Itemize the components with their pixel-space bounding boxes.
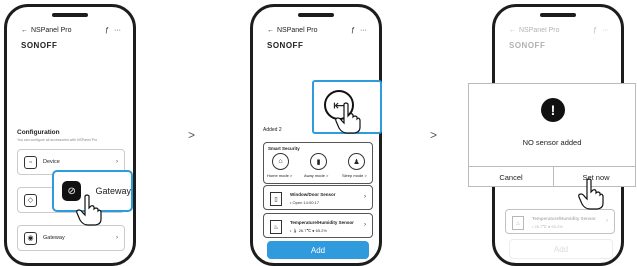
top-bar: ← NSPanel Pro ƒ ··· [509, 23, 609, 37]
no-sensor-dialog: ! NO sensor added Cancel Set now [468, 83, 636, 187]
device-icon: ▫ [24, 155, 37, 169]
top-bar: ← NSPanel Pro ƒ ··· [21, 23, 121, 37]
chevron-right-icon: › [364, 222, 366, 228]
brand-logo: SONOFF [21, 41, 58, 50]
section-description: You can configure all accessories with N… [17, 138, 98, 142]
step-arrow: > [430, 128, 438, 142]
phone-screen-1: ← NSPanel Pro ƒ ··· SONOFF Configuration… [4, 4, 136, 266]
chevron-right-icon: › [364, 194, 366, 200]
gateway-icon: ◉ [24, 231, 37, 245]
security-panel: Smart Security ⌂ ▮ ♟ Home mode > Away mo… [263, 142, 373, 184]
row-label: Gateway [43, 235, 65, 241]
home-mode-label[interactable]: Home mode > [267, 173, 292, 178]
section-title: Configuration [17, 129, 60, 136]
pin-icon[interactable]: ƒ [593, 27, 597, 34]
pin-icon[interactable]: ƒ [351, 27, 355, 34]
brand-logo: SONOFF [267, 41, 304, 50]
phone-notch [540, 13, 576, 17]
chevron-right-icon: › [116, 235, 118, 241]
add-button[interactable]: Add [509, 239, 613, 259]
hand-pointer-icon [335, 102, 361, 134]
dialog-message: NO sensor added [522, 138, 582, 147]
person-icon[interactable]: ♟ [348, 153, 365, 170]
pin-icon[interactable]: ƒ [105, 27, 109, 34]
back-arrow-icon[interactable]: ← [509, 27, 516, 34]
device-row-temp-sensor[interactable]: ♨ Temperature/Humidity Sensor • 26.7℃ ● … [505, 209, 615, 234]
side-button [133, 67, 136, 91]
device-name: Temperature/Humidity Sensor [290, 220, 354, 225]
thermometer-icon: ♨ [512, 216, 524, 230]
row-gateway[interactable]: ◉ Gateway › [17, 225, 125, 251]
add-button[interactable]: Add [267, 241, 369, 259]
phone-notch [298, 13, 334, 17]
brand-logo: SONOFF [509, 41, 546, 50]
more-icon[interactable]: ··· [360, 27, 367, 34]
device-status: • 🌡 26.7℃ ● 65.2% [290, 228, 327, 233]
hand-pointer-icon [76, 194, 102, 226]
layers-icon: ◇ [24, 193, 37, 207]
door-icon[interactable]: ▮ [310, 153, 327, 170]
sleep-mode-label[interactable]: Sleep mode > [342, 173, 367, 178]
more-icon[interactable]: ··· [602, 27, 609, 34]
chevron-right-icon: › [606, 218, 608, 224]
device-status: • 26.7℃ ● 65.2% [532, 224, 563, 229]
back-arrow-icon[interactable]: ← [267, 27, 274, 34]
phone-notch [52, 13, 88, 17]
added-count: Added 2 [263, 127, 282, 133]
page-title: NSPanel Pro [31, 26, 72, 34]
device-status: • Open 14:00:17 [290, 200, 319, 205]
top-bar: ← NSPanel Pro ƒ ··· [267, 23, 367, 37]
security-label: Smart Security [268, 146, 300, 151]
row-label: Device [43, 159, 60, 165]
hand-pointer-icon [578, 178, 604, 210]
door-sensor-icon: ▯ [270, 192, 282, 206]
back-arrow-icon[interactable]: ← [21, 27, 28, 34]
device-name: Temperature/Humidity Sensor [532, 216, 596, 221]
away-mode-label[interactable]: Away mode > [304, 173, 328, 178]
device-name: Window/Door Sensor [290, 192, 336, 197]
thermometer-icon: ♨ [270, 220, 282, 234]
home-icon[interactable]: ⌂ [272, 153, 289, 170]
more-icon[interactable]: ··· [114, 27, 121, 34]
chevron-right-icon: › [116, 159, 118, 165]
device-row-door-sensor[interactable]: ▯ Window/Door Sensor • Open 14:00:17 › [263, 185, 373, 210]
page-title: NSPanel Pro [277, 26, 318, 34]
page-title: NSPanel Pro [519, 26, 560, 34]
cancel-button[interactable]: Cancel [469, 167, 553, 187]
device-row-temp-sensor[interactable]: ♨ Temperature/Humidity Sensor • 🌡 26.7℃ … [263, 213, 373, 238]
step-arrow: > [188, 128, 196, 142]
alert-icon: ! [541, 98, 565, 122]
phone-screen-2: ← NSPanel Pro ƒ ··· SONOFF Added 2 Smart… [250, 4, 382, 266]
